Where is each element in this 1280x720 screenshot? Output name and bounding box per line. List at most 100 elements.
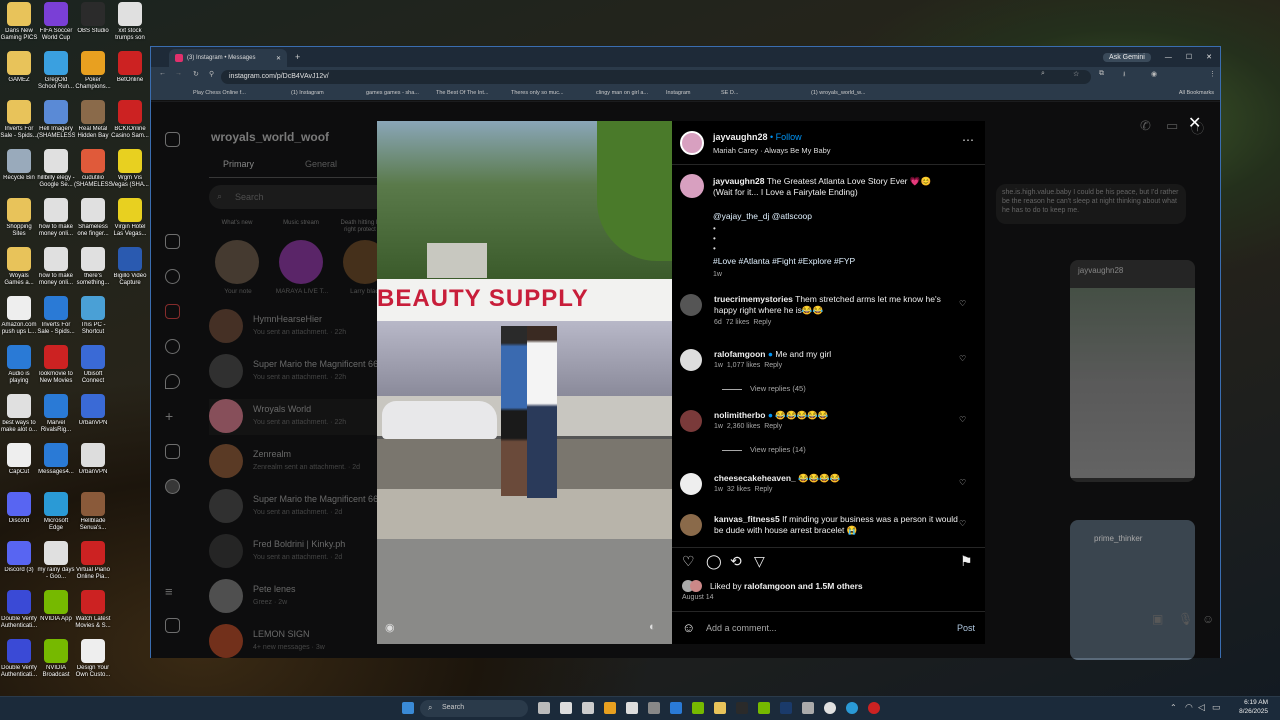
start-icon[interactable] xyxy=(402,702,414,714)
site-info-icon[interactable]: ⚲ xyxy=(209,70,214,78)
desktop-shortcut[interactable]: BCKIOnline Casino Sam... xyxy=(111,100,149,141)
bookmark-item[interactable]: SE D... xyxy=(721,90,738,96)
desktop-shortcut[interactable]: Watch Latest Movies & S... xyxy=(74,590,112,631)
app-icon-2[interactable] xyxy=(626,702,638,714)
desktop-shortcut[interactable]: Virtual Piano Online Pia... xyxy=(74,541,112,582)
downloads-icon[interactable]: ⭳ xyxy=(1123,70,1125,81)
author-username[interactable]: jayvaughn28 xyxy=(713,132,768,142)
desktop-shortcut[interactable]: Poker Champions... xyxy=(74,51,112,92)
commenter-username[interactable]: nolimitherbo xyxy=(714,410,765,420)
desktop-shortcut[interactable]: Hellblade Senua's... xyxy=(74,492,112,533)
comment-icon[interactable]: ◯ xyxy=(706,553,722,570)
app-icon-5[interactable] xyxy=(758,702,770,714)
wifi-icon[interactable]: ◠ xyxy=(1185,702,1193,713)
desktop-shortcut[interactable]: lookmovie to New Movies xyxy=(37,345,75,386)
commenter-username[interactable]: truecrimemystories xyxy=(714,294,793,304)
desktop-shortcut[interactable]: how to make money onli... xyxy=(37,198,75,239)
ask-gemini-button[interactable]: Ask Gemini xyxy=(1103,52,1151,62)
close-modal-icon[interactable]: ✕ xyxy=(1188,113,1201,133)
desktop-shortcut[interactable]: NVIDIA Broadcast xyxy=(37,639,75,680)
audio-track[interactable]: Mariah Carey · Always Be My Baby xyxy=(713,146,831,155)
commenter-avatar[interactable] xyxy=(680,473,702,495)
app-icon-4[interactable] xyxy=(736,702,748,714)
app-icon-3[interactable] xyxy=(648,702,660,714)
bookmark-item[interactable]: Instagram xyxy=(666,90,690,96)
desktop-shortcut[interactable]: Virgin Hotel Las Vegas... xyxy=(111,198,149,239)
desktop-shortcut[interactable]: how to make money onli... xyxy=(37,247,75,288)
task-view-icon[interactable] xyxy=(538,702,550,714)
forward-icon[interactable]: → xyxy=(175,70,182,77)
desktop-shortcut[interactable]: Amazon.com push ups L... xyxy=(0,296,38,337)
taskbar-search[interactable]: ⌕ Search xyxy=(420,700,528,717)
bookmark-item[interactable]: clingy man on girl a... xyxy=(596,90,648,96)
close-tab-icon[interactable]: ✕ xyxy=(276,55,281,62)
file-explorer-icon[interactable] xyxy=(714,702,726,714)
commenter-avatar[interactable] xyxy=(680,514,702,536)
post-video[interactable]: BEAUTY SUPPLY ◉ ◐ xyxy=(377,121,672,644)
share-icon[interactable]: ▽ xyxy=(754,553,765,570)
desktop-shortcut[interactable]: hillbilly elegy - Google Se... xyxy=(37,149,75,190)
desktop-shortcut[interactable]: UrbanVPN xyxy=(74,443,112,484)
close-window-icon[interactable]: ✕ xyxy=(1206,53,1212,61)
minimize-icon[interactable]: — xyxy=(1165,54,1172,61)
liked-by-user[interactable]: ralofamgoon xyxy=(744,581,795,591)
desktop-shortcut[interactable]: NVIDIA App xyxy=(37,590,75,631)
desktop-shortcut[interactable]: Hell Imagery (SHAMELESS) xyxy=(37,100,75,141)
desktop-shortcut[interactable]: Discord (3) xyxy=(0,541,38,582)
emoji-icon[interactable]: ☺ xyxy=(682,620,695,635)
desktop-shortcut[interactable]: Shameless one finger... xyxy=(74,198,112,239)
desktop-shortcut[interactable]: Marvel RivalsRig... xyxy=(37,394,75,435)
bookmark-item[interactable]: Theres only so muc... xyxy=(511,90,564,96)
caption-username[interactable]: jayvaughn28 xyxy=(713,176,765,186)
settings-icon[interactable] xyxy=(802,702,814,714)
reload-icon[interactable]: ↻ xyxy=(193,70,199,78)
mute-toggle-icon[interactable]: ◐ xyxy=(649,621,656,633)
volume-icon[interactable]: ◁ xyxy=(1198,702,1205,713)
comment-likes[interactable]: 32 likes xyxy=(727,486,751,493)
commenter-username[interactable]: kanvas_fitness5 xyxy=(714,514,780,524)
edge-icon[interactable] xyxy=(846,702,858,714)
desktop-shortcut[interactable]: Inverts For Sale - Spids... xyxy=(0,100,38,141)
bookmark-item[interactable]: games games - sha... xyxy=(366,90,419,96)
desktop-shortcut[interactable]: Double Verify Authenticati... xyxy=(0,590,38,631)
repost-icon[interactable]: ⟲ xyxy=(730,553,742,570)
bookmark-item[interactable]: (1) wroyals_world_w... xyxy=(811,90,865,96)
view-replies-button[interactable]: View replies (14) xyxy=(722,445,806,454)
comment-reply-button[interactable]: Reply xyxy=(753,319,771,326)
desktop-shortcut[interactable]: Microsoft Edge xyxy=(37,492,75,533)
back-icon[interactable]: ← xyxy=(159,70,166,77)
maximize-icon[interactable]: ☐ xyxy=(1186,53,1192,61)
bookmark-item[interactable]: The Best Of The Int... xyxy=(436,90,488,96)
bookmark-item[interactable]: Play Chess Online f... xyxy=(193,90,246,96)
more-options-icon[interactable]: ⋯ xyxy=(962,133,974,147)
desktop-shortcut[interactable]: Audio is playing xyxy=(0,345,38,386)
desktop-shortcut[interactable]: Messages4... xyxy=(37,443,75,484)
desktop-shortcut[interactable]: UrbanVPN xyxy=(74,394,112,435)
author-avatar[interactable] xyxy=(680,131,704,155)
post-comment-button[interactable]: Post xyxy=(957,623,975,633)
desktop-shortcut[interactable]: cudutilio (SHAMELESS) xyxy=(74,149,112,190)
bookmark-item[interactable]: (1) Instagram xyxy=(291,90,324,96)
liked-by[interactable]: Liked by ralofamgoon and 1.5M others xyxy=(710,581,863,591)
comment-reply-button[interactable]: Reply xyxy=(764,362,782,369)
chrome-icon[interactable] xyxy=(824,702,836,714)
follow-button[interactable]: • Follow xyxy=(770,132,802,142)
widgets-icon[interactable] xyxy=(560,702,572,714)
comment-reply-button[interactable]: Reply xyxy=(754,486,772,493)
desktop-shortcut[interactable]: Inverts For Sale - Spids... xyxy=(37,296,75,337)
extensions-icon[interactable]: ⧉ xyxy=(1099,70,1104,78)
caption-mentions[interactable]: @yajay_the_dj @atlscoop xyxy=(713,211,812,221)
commenter-username[interactable]: cheesecakeheaven_ xyxy=(714,473,796,483)
commenter-avatar[interactable] xyxy=(680,294,702,316)
comment-input[interactable]: Add a comment... xyxy=(706,623,777,633)
tab-instagram-messages[interactable]: (3) Instagram • Messages ✕ xyxy=(169,49,287,67)
desktop-shortcut[interactable]: best ways to make alot o... xyxy=(0,394,38,435)
new-tab-icon[interactable]: + xyxy=(295,52,300,62)
desktop-shortcut[interactable]: Dans New Gaming PICS xyxy=(0,2,38,43)
comment-like-icon[interactable]: ♡ xyxy=(959,300,967,308)
desktop-shortcut[interactable]: there's something... xyxy=(74,247,112,288)
caption-hashtags[interactable]: #Love #Atlanta #Fight #Explore #FYP xyxy=(713,256,855,266)
desktop-shortcut[interactable]: Shopping Sites xyxy=(0,198,38,239)
comment-like-icon[interactable]: ♡ xyxy=(959,416,967,424)
profile-icon[interactable]: ◉ xyxy=(1151,70,1157,78)
